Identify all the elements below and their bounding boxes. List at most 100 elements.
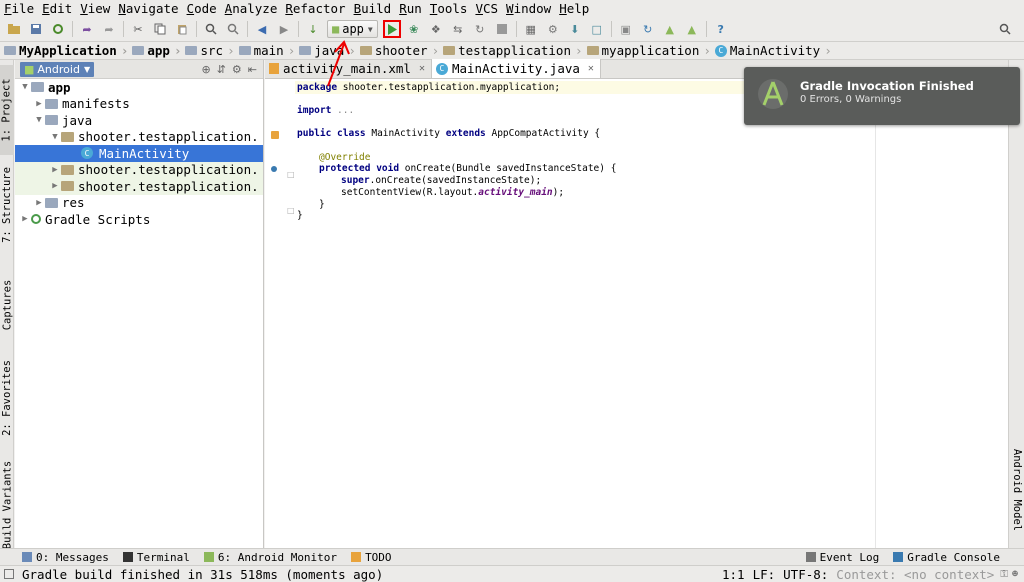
close-icon[interactable]: ✕	[588, 63, 594, 74]
menu-navigate[interactable]: Navigate	[114, 0, 182, 17]
back-icon[interactable]: ◀	[253, 20, 271, 38]
todo-tool-button[interactable]: TODO	[351, 551, 392, 564]
apply-changes-icon[interactable]: ↻	[471, 20, 489, 38]
attach-debugger-icon[interactable]: ⇆	[449, 20, 467, 38]
expand-arrow-icon[interactable]: ▼	[49, 132, 61, 142]
crumb-src[interactable]: src ›	[185, 43, 238, 58]
collapse-arrow-icon[interactable]: ▶	[19, 214, 31, 224]
android-device-icon[interactable]: ▲	[661, 20, 679, 38]
menu-run[interactable]: Run	[395, 0, 426, 17]
open-folder-icon[interactable]	[5, 20, 23, 38]
run-configuration-dropdown[interactable]: ■ app ▼	[327, 20, 378, 38]
crumb-myapplication[interactable]: MyApplication ›	[4, 43, 132, 58]
device-monitor-icon[interactable]: ▣	[617, 20, 635, 38]
stop-icon[interactable]	[493, 20, 511, 38]
hide-icon[interactable]: ⇤	[248, 63, 257, 76]
tool-windows-toggle-icon[interactable]	[4, 569, 14, 579]
override-marker-icon[interactable]	[271, 131, 279, 139]
menu-refactor[interactable]: Refactor	[281, 0, 349, 17]
close-icon[interactable]: ✕	[419, 63, 425, 74]
tree-item-package-test[interactable]: ▶ shooter.testapplication.	[15, 178, 263, 195]
forward-icon[interactable]: ▶	[275, 20, 293, 38]
crumb-main[interactable]: main ›	[238, 43, 300, 58]
replace-icon[interactable]	[224, 20, 242, 38]
sync-icon[interactable]	[49, 20, 67, 38]
find-icon[interactable]	[202, 20, 220, 38]
override-method-icon[interactable]	[271, 166, 277, 172]
tool-tab-project[interactable]: 1: Project	[0, 65, 14, 155]
crumb-myapplication-package[interactable]: myapplication ›	[586, 43, 715, 58]
android-monitor-tool-button[interactable]: 6: Android Monitor	[203, 551, 337, 564]
tab-mainactivity-java[interactable]: C MainActivity.java ✕	[431, 59, 601, 78]
menu-edit[interactable]: Edit	[38, 0, 76, 17]
crumb-app[interactable]: app ›	[132, 43, 185, 58]
project-view-selector[interactable]: ■ Android ▼	[20, 61, 95, 77]
crumb-mainactivity[interactable]: C MainActivity ›	[714, 43, 836, 58]
gradle-notification[interactable]: Gradle Invocation Finished 0 Errors, 0 W…	[744, 67, 1020, 125]
debug-icon[interactable]: ❀	[405, 20, 423, 38]
line-separator[interactable]: LF:	[753, 567, 776, 582]
crumb-testapplication[interactable]: testapplication ›	[443, 43, 586, 58]
tree-item-package-android-test[interactable]: ▶ shooter.testapplication.	[15, 161, 263, 178]
cut-icon[interactable]: ✂	[129, 20, 147, 38]
menu-view[interactable]: View	[76, 0, 114, 17]
gear-icon[interactable]: ⚙	[232, 63, 242, 76]
help-icon[interactable]: ?	[712, 20, 730, 38]
menu-build[interactable]: Build	[350, 0, 396, 17]
android-sdk-icon[interactable]: ▲	[683, 20, 701, 38]
tool-tab-structure[interactable]: 7: Structure	[0, 160, 14, 250]
menu-help[interactable]: Help	[555, 0, 593, 17]
collapse-arrow-icon[interactable]: ▶	[49, 165, 61, 175]
fold-icon[interactable]: □	[287, 206, 295, 215]
tool-tab-build-variants[interactable]: Build Variants	[0, 460, 14, 550]
lock-icon[interactable]: ⚿	[1000, 569, 1008, 580]
expand-arrow-icon[interactable]: ▼	[19, 82, 31, 92]
settings-icon[interactable]: ⚙	[544, 20, 562, 38]
caret-position[interactable]: 1:1	[722, 567, 745, 582]
menu-code[interactable]: Code	[183, 0, 221, 17]
collapse-arrow-icon[interactable]: ▶	[49, 181, 61, 191]
sync-gradle-icon[interactable]: ↻	[639, 20, 657, 38]
tree-item-res[interactable]: ▶ res	[15, 195, 263, 212]
make-project-icon[interactable]: ↓	[304, 20, 322, 38]
collapse-arrow-icon[interactable]: ▶	[33, 198, 45, 208]
save-all-icon[interactable]	[27, 20, 45, 38]
event-log-tool-button[interactable]: Event Log	[805, 551, 879, 564]
redo-icon[interactable]: ➦	[100, 20, 118, 38]
sdk-manager-icon[interactable]: ⬇	[566, 20, 584, 38]
code-editor[interactable]: package shooter.testapplication.myapplic…	[295, 79, 1008, 548]
run-button[interactable]	[382, 20, 401, 38]
tree-item-gradle-scripts[interactable]: ▶ Gradle Scripts	[15, 211, 263, 228]
scroll-from-source-icon[interactable]: ⊕	[201, 63, 210, 76]
tree-item-manifests[interactable]: ▶ manifests	[15, 96, 263, 113]
tool-tab-captures[interactable]: Captures	[0, 270, 14, 340]
gradle-console-tool-button[interactable]: Gradle Console	[893, 551, 1000, 564]
tool-tab-android-model[interactable]: Android Model	[1009, 440, 1024, 540]
search-everywhere-icon[interactable]	[996, 20, 1014, 38]
menu-tools[interactable]: Tools	[426, 0, 472, 17]
paste-icon[interactable]	[173, 20, 191, 38]
tree-item-package[interactable]: ▼ shooter.testapplication.	[15, 129, 263, 146]
tree-item-mainactivity[interactable]: C MainActivity	[15, 145, 263, 162]
collapse-arrow-icon[interactable]: ▶	[33, 99, 45, 109]
collapse-all-icon[interactable]: ⇵	[217, 63, 226, 76]
menu-window[interactable]: Window	[502, 0, 555, 17]
menu-file[interactable]: File	[0, 0, 38, 17]
tree-item-java[interactable]: ▼ java	[15, 112, 263, 129]
menu-analyze[interactable]: Analyze	[221, 0, 282, 17]
tree-item-app[interactable]: ▼ app	[15, 79, 263, 96]
coverage-icon[interactable]: ❖	[427, 20, 445, 38]
copy-icon[interactable]	[151, 20, 169, 38]
project-structure-icon[interactable]: ▦	[522, 20, 540, 38]
file-encoding[interactable]: UTF-8:	[783, 567, 828, 582]
terminal-tool-button[interactable]: Terminal	[122, 551, 190, 564]
undo-icon[interactable]: ➦	[78, 20, 96, 38]
messages-tool-button[interactable]: 0: Messages	[22, 551, 109, 564]
inspector-icon[interactable]: ☻	[1012, 569, 1018, 580]
expand-arrow-icon[interactable]: ▼	[33, 115, 45, 125]
crumb-shooter[interactable]: shooter ›	[359, 43, 443, 58]
tool-tab-favorites[interactable]: 2: Favorites	[0, 350, 14, 445]
fold-icon[interactable]: □	[287, 170, 295, 179]
menu-vcs[interactable]: VCS	[471, 0, 502, 17]
avd-manager-icon[interactable]: □	[588, 20, 606, 38]
